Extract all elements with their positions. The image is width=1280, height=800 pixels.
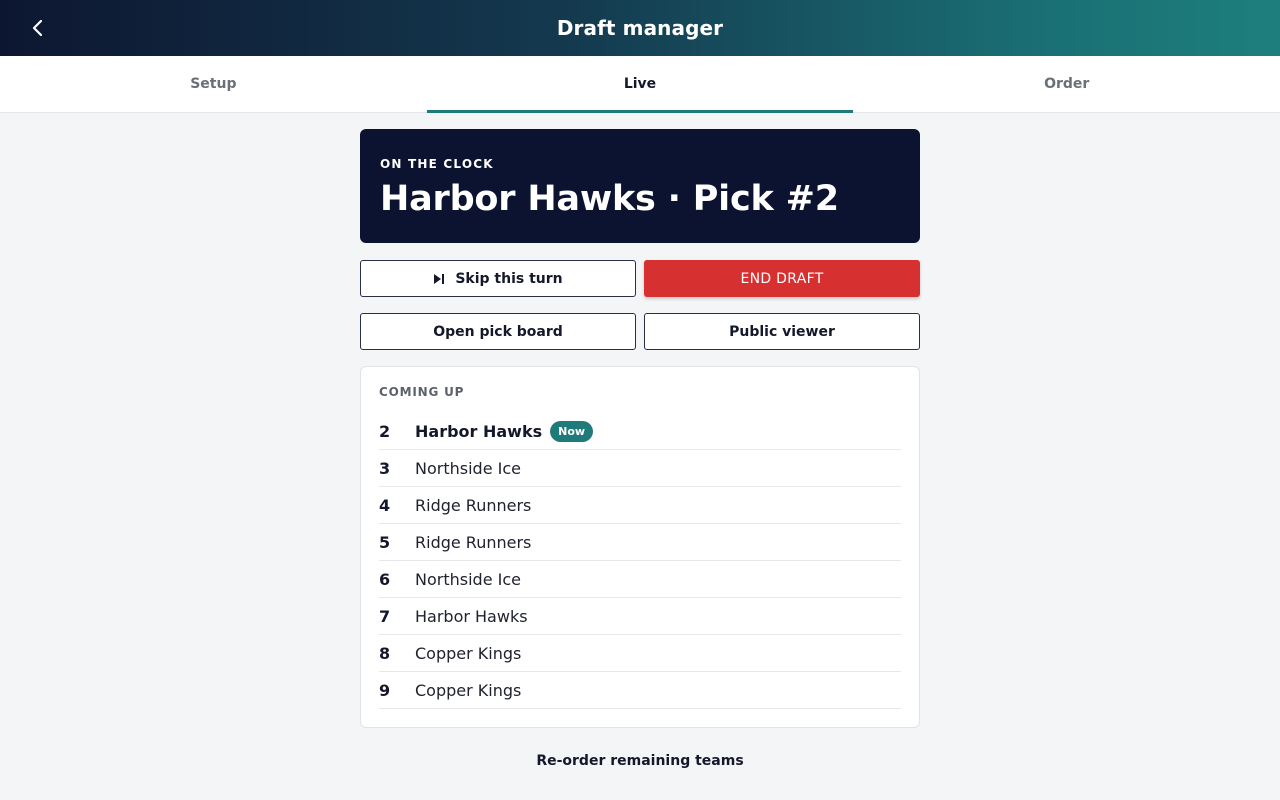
pick-number: 6 <box>379 569 391 589</box>
pick-team: Harbor Hawks <box>415 421 543 441</box>
pick-list: 2 Harbor Hawks Now 3 Northside Ice 4 Rid… <box>379 413 901 709</box>
tab-bar: Setup Live Order <box>0 56 1280 113</box>
skip-next-icon <box>434 273 445 284</box>
pick-number: 7 <box>379 606 391 626</box>
page-title: Draft manager <box>556 16 724 40</box>
pick-team: Ridge Runners <box>415 495 532 515</box>
pick-team: Harbor Hawks <box>415 606 528 626</box>
list-item: 8 Copper Kings <box>379 635 901 672</box>
pick-number: 3 <box>379 458 391 478</box>
list-item: 7 Harbor Hawks <box>379 598 901 635</box>
pick-team: Northside Ice <box>415 458 521 478</box>
pick-number: 5 <box>379 532 391 552</box>
status-badge: Now <box>550 420 594 442</box>
pick-number: 9 <box>379 680 391 700</box>
skip-turn-button[interactable]: Skip this turn <box>360 260 636 297</box>
back-button[interactable] <box>22 12 54 44</box>
pick-team: Ridge Runners <box>415 532 532 552</box>
live-panel: ON THE CLOCK Harbor Hawks · Pick #2 Skip… <box>360 129 920 769</box>
chevron-left-icon <box>32 19 43 37</box>
skip-turn-label: Skip this turn <box>455 270 563 287</box>
tab-live[interactable]: Live <box>426 56 854 113</box>
on-the-clock-label: ON THE CLOCK <box>380 157 494 171</box>
list-item: 9 Copper Kings <box>379 672 901 709</box>
open-pick-board-button[interactable]: Open pick board <box>360 313 636 350</box>
pick-team: Copper Kings <box>415 680 522 700</box>
list-item: 3 Northside Ice <box>379 450 901 487</box>
pick-number: 4 <box>379 495 391 515</box>
end-draft-button[interactable]: END DRAFT <box>644 260 920 297</box>
coming-up-label: COMING UP <box>379 385 465 399</box>
coming-up-card: COMING UP 2 Harbor Hawks Now 3 Northside… <box>360 366 920 728</box>
list-item: 2 Harbor Hawks Now <box>379 413 901 450</box>
public-viewer-button[interactable]: Public viewer <box>644 313 920 350</box>
reorder-teams-button[interactable]: Re-order remaining teams <box>360 753 920 769</box>
top-app-bar: Draft manager <box>0 0 1280 56</box>
pick-number: 8 <box>379 643 391 663</box>
pick-number: 2 <box>379 421 391 441</box>
tab-setup[interactable]: Setup <box>0 56 427 112</box>
on-the-clock-card: ON THE CLOCK Harbor Hawks · Pick #2 <box>360 129 920 243</box>
pick-team: Northside Ice <box>415 569 521 589</box>
on-the-clock-title: Harbor Hawks · Pick #2 <box>380 179 839 219</box>
list-item: 5 Ridge Runners <box>379 524 901 561</box>
list-item: 4 Ridge Runners <box>379 487 901 524</box>
list-item: 6 Northside Ice <box>379 561 901 598</box>
tab-order[interactable]: Order <box>853 56 1280 112</box>
pick-team: Copper Kings <box>415 643 522 663</box>
